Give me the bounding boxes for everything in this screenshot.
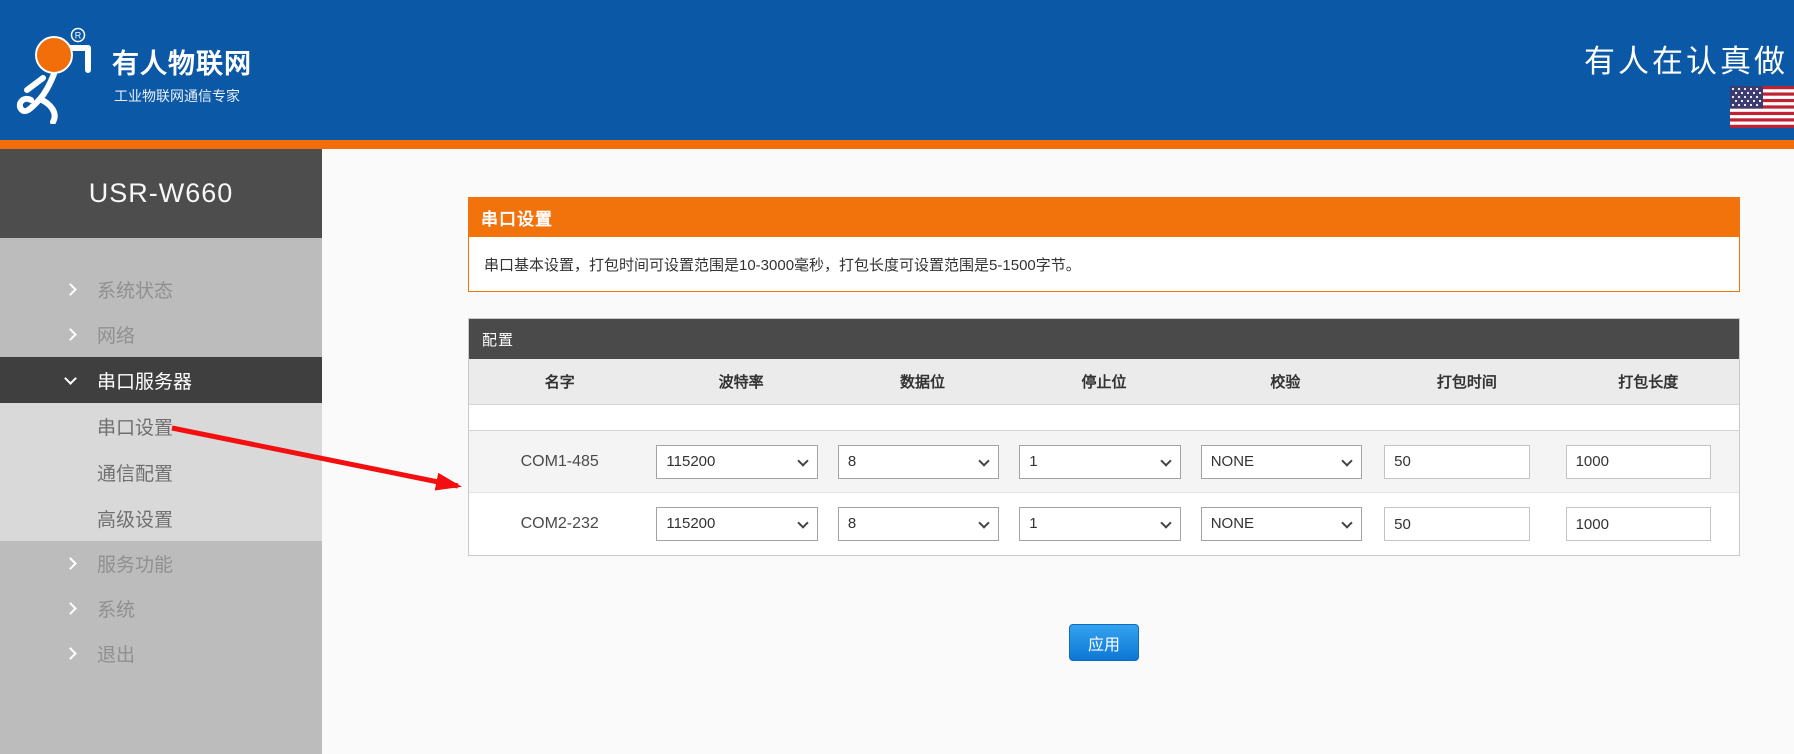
select-chevron-icon (797, 455, 808, 466)
select-chevron-icon (1160, 517, 1171, 528)
sidebar-subitem-advanced-settings[interactable]: 高级设置 (0, 495, 322, 541)
parity-select-com1[interactable]: NONE (1201, 445, 1362, 479)
col-header-stop-bits: 停止位 (1013, 359, 1194, 404)
col-header-name: 名字 (469, 359, 650, 404)
config-table: 配置 名字 波特率 数据位 停止位 校验 打包时间 打包长度 COM1-485 … (468, 318, 1740, 556)
sidebar-item-system[interactable]: 系统 (0, 586, 322, 631)
select-chevron-icon (1341, 517, 1352, 528)
description-box: 串口基本设置，打包时间可设置范围是10-3000毫秒，打包长度可设置范围是5-1… (468, 237, 1740, 292)
select-chevron-icon (979, 455, 990, 466)
parity-select-com2[interactable]: NONE (1201, 507, 1362, 541)
select-chevron-icon (979, 517, 990, 528)
chevron-right-icon (64, 283, 77, 296)
col-header-pack-length: 打包长度 (1558, 359, 1739, 404)
sidebar-item-network[interactable]: 网络 (0, 312, 322, 357)
table-row-com2: COM2-232 115200 8 1 NONE (469, 493, 1739, 555)
select-chevron-icon (1341, 455, 1352, 466)
pack-time-input-com1[interactable] (1384, 445, 1529, 479)
sidebar-item-service-functions[interactable]: 服务功能 (0, 541, 322, 586)
svg-text:R: R (75, 31, 82, 41)
table-header-row: 名字 波特率 数据位 停止位 校验 打包时间 打包长度 (469, 359, 1739, 405)
top-header: R 有人物联网 工业物联网通信专家 有人在认真做 (0, 0, 1794, 140)
usr-logo: R (12, 16, 92, 124)
table-row-com1: COM1-485 115200 8 1 NONE (469, 431, 1739, 493)
sidebar-menu: 系统状态 网络 串口服务器 串口设置 通信配置 高级设置 服务功能 系统 退出 (0, 238, 322, 676)
col-header-parity: 校验 (1195, 359, 1376, 404)
sidebar-subitem-communication-config[interactable]: 通信配置 (0, 449, 322, 495)
serial-server-submenu: 串口设置 通信配置 高级设置 (0, 403, 322, 541)
data-bits-select-com1[interactable]: 8 (838, 445, 999, 479)
chevron-right-icon (64, 557, 77, 570)
pack-length-input-com2[interactable] (1566, 507, 1711, 541)
chevron-down-icon (64, 372, 77, 385)
col-header-data-bits: 数据位 (832, 359, 1013, 404)
brand-tagline: 工业物联网通信专家 (114, 86, 240, 106)
sidebar-item-logout[interactable]: 退出 (0, 631, 322, 676)
header-slogan: 有人在认真做 (1584, 36, 1788, 81)
apply-button[interactable]: 应用 (1069, 624, 1139, 661)
data-bits-select-com2[interactable]: 8 (838, 507, 999, 541)
main-content: 串口设置 串口基本设置，打包时间可设置范围是10-3000毫秒，打包长度可设置范… (322, 149, 1794, 754)
page-title: 串口设置 (468, 197, 1740, 237)
chevron-right-icon (64, 328, 77, 341)
col-header-baud-rate: 波特率 (650, 359, 831, 404)
baud-rate-select-com1[interactable]: 115200 (656, 445, 817, 479)
sidebar-item-serial-server[interactable]: 串口服务器 (0, 357, 322, 403)
us-flag-icon[interactable] (1730, 86, 1794, 128)
serial-settings-panel: 串口设置 串口基本设置，打包时间可设置范围是10-3000毫秒，打包长度可设置范… (468, 197, 1740, 661)
sidebar-item-system-status[interactable]: 系统状态 (0, 267, 322, 312)
pack-time-input-com2[interactable] (1384, 507, 1529, 541)
device-model-title: USR-W660 (0, 149, 322, 238)
config-panel-title: 配置 (469, 319, 1739, 359)
stop-bits-select-com1[interactable]: 1 (1019, 445, 1180, 479)
orange-accent-stripe (0, 140, 1794, 149)
brand-name: 有人物联网 (112, 42, 252, 81)
chevron-right-icon (64, 602, 77, 615)
port-name: COM2-232 (469, 493, 650, 555)
sidebar-subitem-serial-settings[interactable]: 串口设置 (0, 403, 322, 449)
usr-running-person-logo-icon: R (12, 16, 92, 124)
pack-length-input-com1[interactable] (1566, 445, 1711, 479)
port-name: COM1-485 (469, 431, 650, 492)
baud-rate-select-com2[interactable]: 115200 (656, 507, 817, 541)
sidebar: USR-W660 系统状态 网络 串口服务器 串口设置 通信配置 高级设置 服务… (0, 149, 322, 754)
select-chevron-icon (1160, 455, 1171, 466)
select-chevron-icon (797, 517, 808, 528)
col-header-pack-time: 打包时间 (1376, 359, 1557, 404)
table-spacer-row (469, 405, 1739, 431)
chevron-right-icon (64, 647, 77, 660)
stop-bits-select-com2[interactable]: 1 (1019, 507, 1180, 541)
